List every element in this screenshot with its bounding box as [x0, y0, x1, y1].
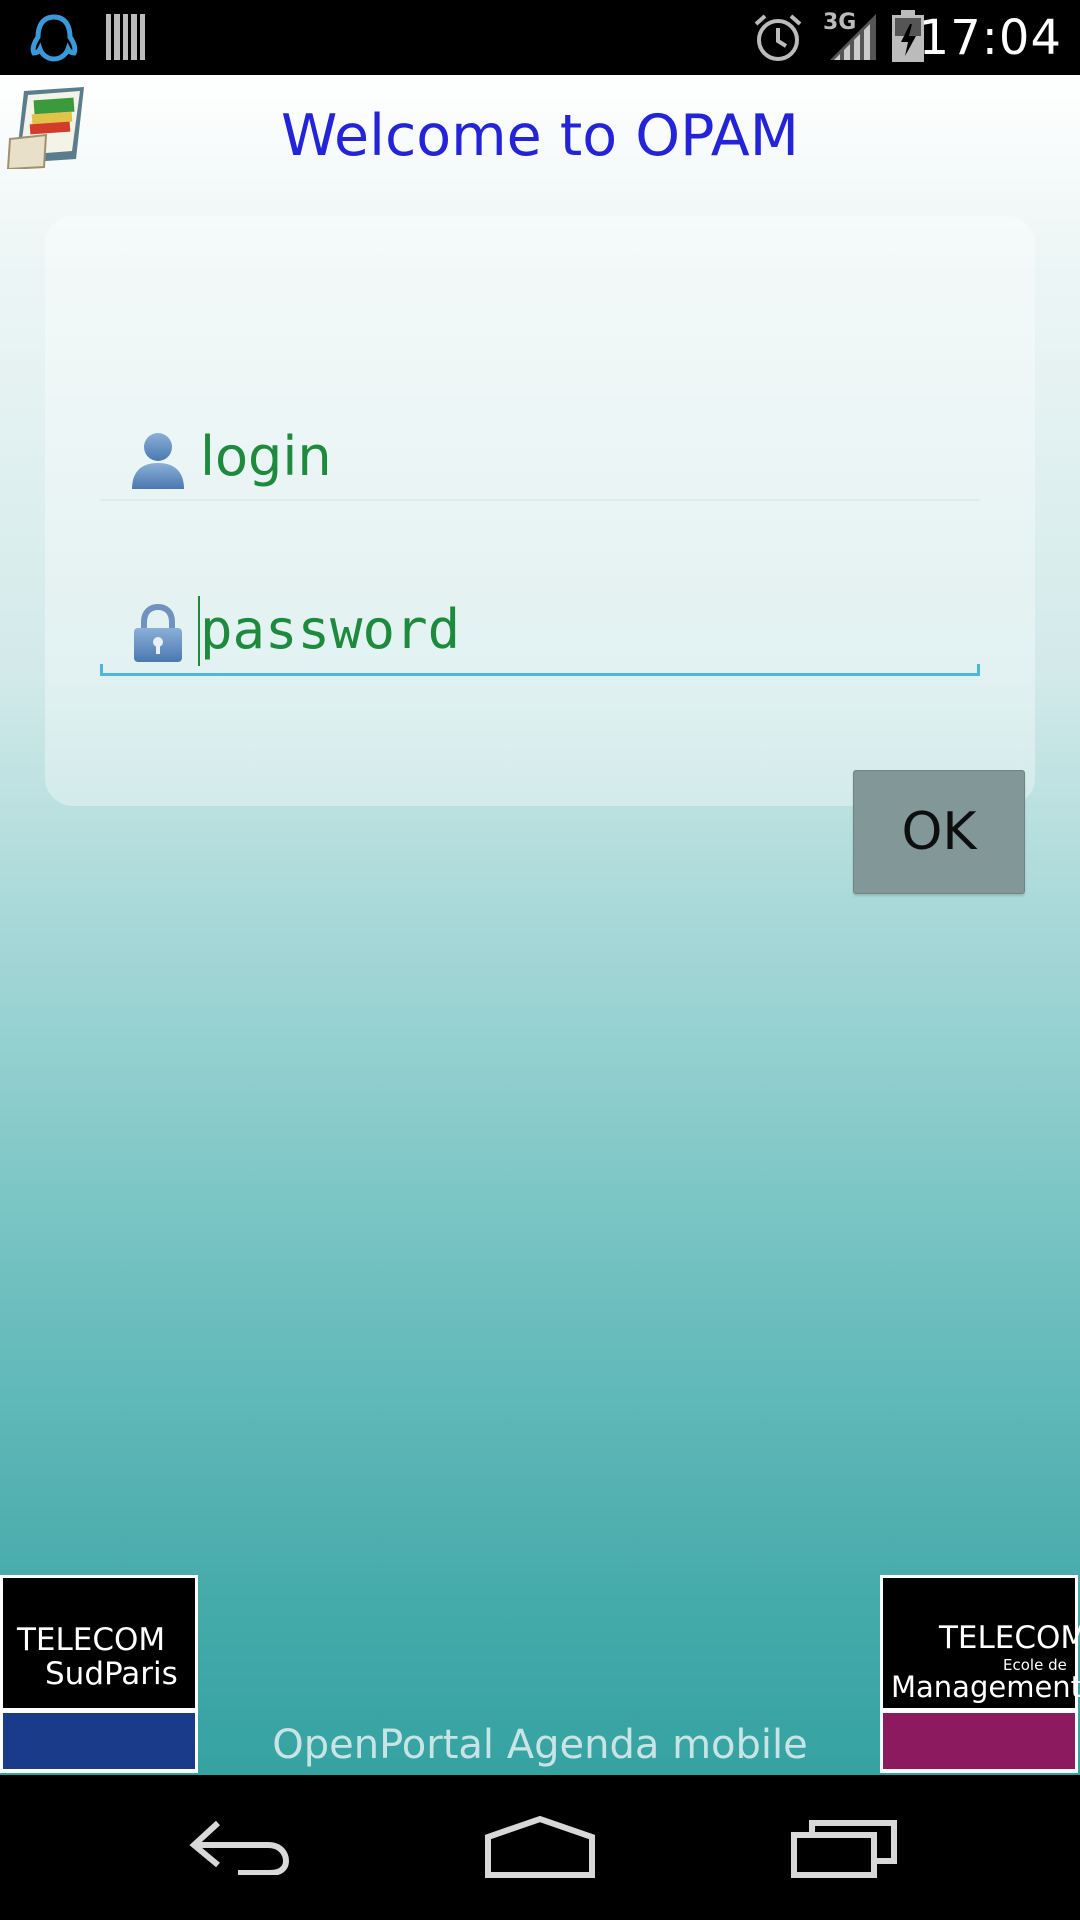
recent-apps-icon[interactable]	[790, 1815, 898, 1879]
user-icon	[132, 433, 184, 489]
login-panel: login password OK	[45, 216, 1035, 894]
home-icon[interactable]	[484, 1815, 596, 1879]
page-title: Welcome to OPAM	[281, 103, 799, 169]
status-bar: 3G 17:04	[0, 0, 1080, 75]
alarm-icon	[754, 14, 802, 61]
signal-icon	[830, 14, 876, 60]
password-input-text: password	[200, 598, 461, 661]
password-underline	[100, 664, 980, 676]
lock-icon	[134, 604, 182, 662]
password-field[interactable]: password	[100, 586, 980, 676]
login-field[interactable]: login	[100, 411, 980, 501]
barcode-icon	[106, 14, 145, 60]
back-icon[interactable]	[188, 1815, 292, 1875]
clock: 17:04	[918, 10, 1062, 66]
qq-penguin-icon	[30, 14, 78, 62]
login-underline	[100, 499, 980, 501]
login-input-text: login	[200, 425, 332, 488]
ok-button[interactable]: OK	[853, 770, 1025, 894]
app-screen: Welcome to OPAM login password OK	[0, 75, 1080, 1775]
navigation-bar	[0, 1775, 1080, 1920]
footer-caption: OpenPortal Agenda mobile	[272, 1722, 808, 1768]
